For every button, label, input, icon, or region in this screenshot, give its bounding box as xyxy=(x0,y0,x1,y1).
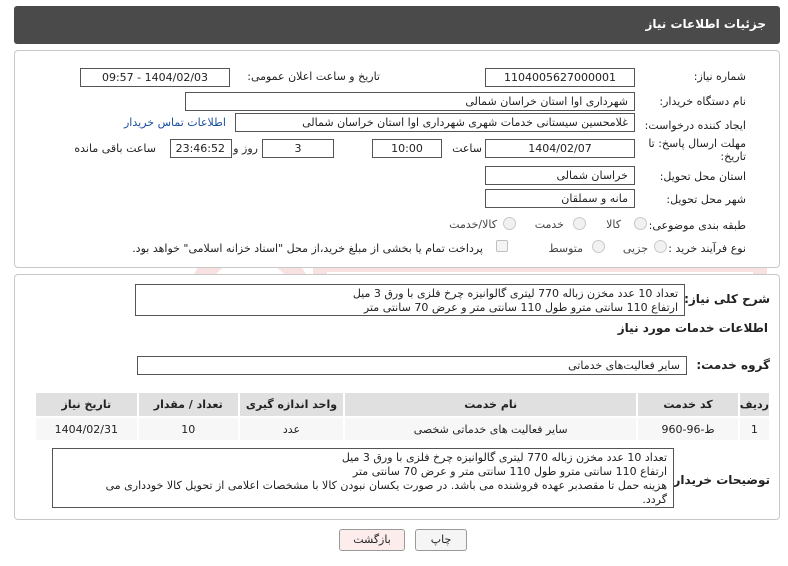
services-section-title: اطلاعات خدمات مورد نیاز xyxy=(617,321,768,335)
need-number-field[interactable]: 1104005627000001 xyxy=(485,68,635,87)
category-goods-service-radio[interactable] xyxy=(503,217,516,230)
col-row: ردیف xyxy=(737,391,772,418)
page-header: جزئیات اطلاعات نیاز xyxy=(14,6,780,44)
table-row[interactable]: 1 ط-96-960 سایر فعالیت های خدماتی شخصی ع… xyxy=(34,416,772,442)
buyer-contact-link[interactable]: اطلاعات تماس خریدار xyxy=(124,116,226,129)
purchase-type-label: نوع فرآیند خرید : xyxy=(668,242,746,255)
province-label: استان محل تحویل: xyxy=(659,170,746,183)
summary-label: شرح کلی نیاز: xyxy=(684,292,770,306)
buyer-notes-line-1: تعداد 10 عدد مخزن زباله 770 لیتری گالوان… xyxy=(341,451,667,464)
requester-field[interactable]: غلامحسین سیستانی خدمات شهری شهرداری اوا … xyxy=(235,113,635,132)
buyer-org-label: نام دستگاه خریدار: xyxy=(659,95,746,108)
buyer-notes-label: توضیحات خریدار: xyxy=(668,473,770,487)
treasury-payment-note: پرداخت تمام یا بخشی از مبلغ خرید،از محل … xyxy=(132,242,483,255)
time-label: ساعت xyxy=(452,142,482,155)
category-goods-label: کالا xyxy=(606,218,621,231)
buyer-notes-textarea[interactable]: تعداد 10 عدد مخزن زباله 770 لیتری گالوان… xyxy=(52,448,674,508)
summary-line-1: تعداد 10 عدد مخزن زباله 770 لیتری گالوان… xyxy=(352,287,678,300)
deadline-date-field[interactable]: 1404/02/07 xyxy=(485,139,635,158)
deadline-label: مهلت ارسال پاسخ: تا xyxy=(648,137,746,150)
buyer-notes-line-4: گردد. xyxy=(642,493,667,506)
service-group-label: گروه خدمت: xyxy=(696,358,770,372)
cell-code: ط-96-960 xyxy=(636,416,740,442)
remaining-time-field[interactable]: 23:46:52 xyxy=(170,139,232,158)
province-field[interactable]: خراسان شمالی xyxy=(485,166,635,185)
page-title: جزئیات اطلاعات نیاز xyxy=(645,17,766,31)
col-qty: تعداد / مقدار xyxy=(136,391,240,418)
category-service-radio[interactable] xyxy=(573,217,586,230)
col-name: نام خدمت xyxy=(343,391,639,418)
days-label: روز و xyxy=(233,142,258,155)
buyer-org-field[interactable]: شهرداری اوا استان خراسان شمالی xyxy=(185,92,635,111)
back-button[interactable]: بازگشت xyxy=(339,529,405,551)
summary-line-2: ارتفاع 110 سانتی مترو طول 110 سانتی متر … xyxy=(363,301,678,314)
requester-label: ایجاد کننده درخواست: xyxy=(644,119,746,132)
cell-qty: 10 xyxy=(136,416,240,442)
announce-label: تاریخ و ساعت اعلان عمومی: xyxy=(247,70,380,83)
purchase-medium-label: متوسط xyxy=(548,242,583,255)
announce-datetime-field[interactable]: 1404/02/03 - 09:57 xyxy=(80,68,230,87)
remaining-label: ساعت باقی مانده xyxy=(74,142,156,155)
city-label: شهر محل تحویل: xyxy=(666,193,746,206)
buyer-notes-line-3: هزینه حمل تا مقصدبر عهده فروشنده می باشد… xyxy=(105,479,667,492)
purchase-minor-radio[interactable] xyxy=(654,240,667,253)
category-service-label: خدمت xyxy=(534,218,564,231)
city-field[interactable]: مانه و سملقان xyxy=(485,189,635,208)
service-group-field[interactable]: سایر فعالیت‌های خدماتی xyxy=(137,356,687,375)
buyer-notes-line-2: ارتفاع 110 سانتی مترو طول 110 سانتی متر … xyxy=(352,465,667,478)
summary-textarea[interactable]: تعداد 10 عدد مخزن زباله 770 لیتری گالوان… xyxy=(135,284,685,316)
print-button[interactable]: چاپ xyxy=(415,529,467,551)
purchase-medium-radio[interactable] xyxy=(592,240,605,253)
cell-unit: عدد xyxy=(237,416,346,442)
category-goods-radio[interactable] xyxy=(634,217,647,230)
purchase-minor-label: جزیی xyxy=(622,242,648,255)
col-date: تاریخ نیاز xyxy=(34,391,139,418)
need-number-label: شماره نیاز: xyxy=(693,70,746,83)
cell-name: سایر فعالیت های خدماتی شخصی xyxy=(343,416,639,442)
cell-row: 1 xyxy=(737,416,772,442)
services-table: ردیف کد خدمت نام خدمت واحد اندازه گیری ت… xyxy=(34,391,772,442)
deadline-time-field[interactable]: 10:00 xyxy=(372,139,442,158)
remaining-days-field[interactable]: 3 xyxy=(262,139,334,158)
col-unit: واحد اندازه گیری xyxy=(237,391,346,418)
category-goods-service-label: کالا/خدمت xyxy=(449,218,497,231)
treasury-payment-checkbox[interactable] xyxy=(496,240,508,252)
category-label: طبقه بندی موضوعی: xyxy=(648,219,746,232)
deadline-date-label: تاریخ: xyxy=(720,150,746,163)
col-code: کد خدمت xyxy=(636,391,740,418)
cell-date: 1404/02/31 xyxy=(34,416,139,442)
